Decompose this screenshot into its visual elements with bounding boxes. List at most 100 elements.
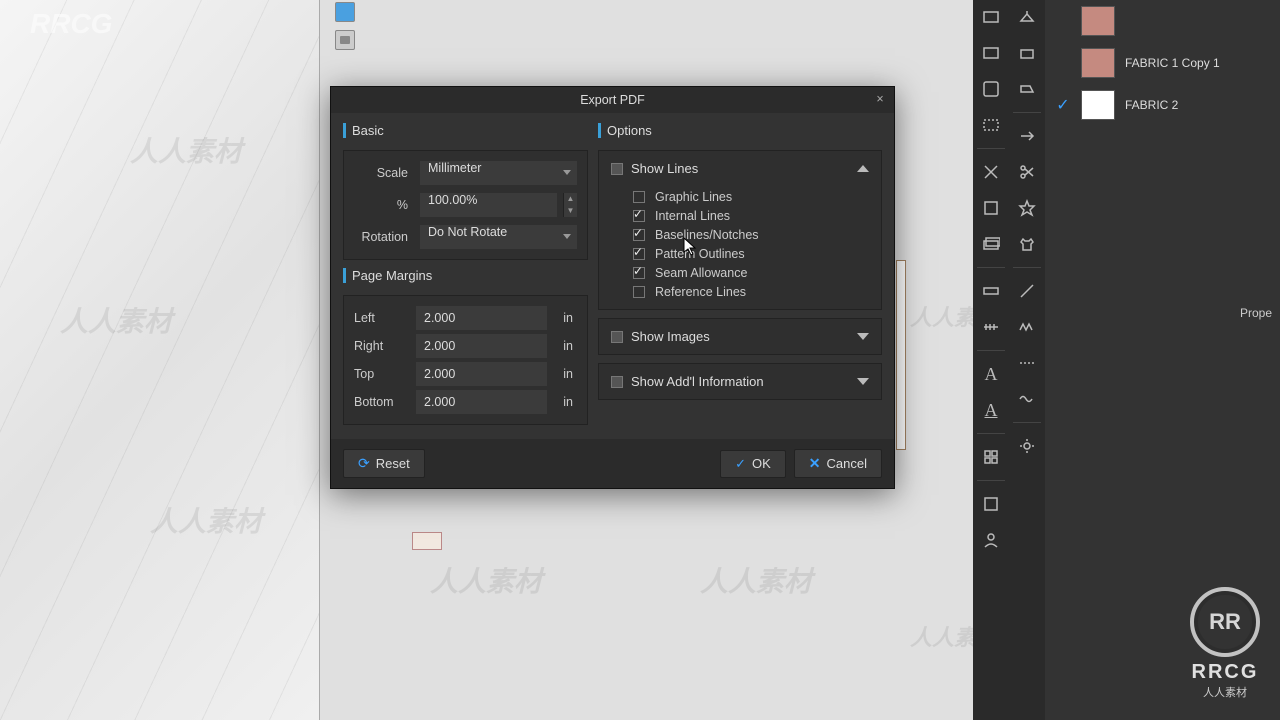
tool-person-icon[interactable] [978, 527, 1004, 553]
option-pattern-outlines[interactable]: Pattern Outlines [633, 247, 869, 261]
option-internal-lines[interactable]: Internal Lines [633, 209, 869, 223]
dialog-title: Export PDF [580, 93, 645, 107]
tool-generic-icon[interactable] [978, 112, 1004, 138]
reset-button[interactable]: ⟳ Reset [343, 449, 425, 478]
basic-panel: Scale Millimeter % 100.00% ▲▼ Rotation D… [343, 150, 588, 260]
ok-button[interactable]: ✓ OK [720, 450, 786, 478]
tool-shirt-icon[interactable] [1014, 231, 1040, 257]
separator [1013, 112, 1041, 113]
rotation-label: Rotation [354, 230, 414, 244]
checkbox[interactable] [633, 286, 645, 298]
close-icon: ✕ [809, 455, 821, 472]
show-lines-header[interactable]: Show Lines [599, 151, 881, 186]
separator [1013, 267, 1041, 268]
section-margins-header: Page Margins [343, 268, 588, 283]
3d-viewport[interactable] [0, 0, 320, 720]
show-addl-checkbox[interactable] [611, 376, 623, 388]
show-addl-header[interactable]: Show Add'l Information [599, 364, 881, 399]
tool-iron-icon[interactable] [1014, 76, 1040, 102]
margin-top-unit: in [547, 367, 577, 381]
show-lines-label: Show Lines [631, 161, 849, 176]
checkbox[interactable] [633, 191, 645, 203]
tool-star-icon[interactable] [1014, 195, 1040, 221]
show-lines-checkbox[interactable] [611, 163, 623, 175]
separator [1013, 422, 1041, 423]
option-label: Internal Lines [655, 209, 730, 223]
show-lines-group: Show Lines Graphic Lines Internal Lines … [598, 150, 882, 310]
layer-row[interactable] [1045, 0, 1280, 42]
tool-stitch-icon[interactable] [1014, 350, 1040, 376]
option-label: Pattern Outlines [655, 247, 745, 261]
show-images-header[interactable]: Show Images [599, 319, 881, 354]
checkbox[interactable] [633, 267, 645, 279]
option-seam-allowance[interactable]: Seam Allowance [633, 266, 869, 280]
tool-grid-icon[interactable] [978, 444, 1004, 470]
rotation-select[interactable]: Do Not Rotate [420, 225, 577, 249]
check-icon: ✓ [735, 456, 746, 472]
tool-ruler-icon[interactable] [978, 278, 1004, 304]
tool-generic-icon[interactable] [978, 40, 1004, 66]
tool-text-icon[interactable]: A [978, 361, 1004, 387]
tool-generic-icon[interactable] [978, 195, 1004, 221]
layer-row[interactable]: FABRIC 1 Copy 1 [1045, 42, 1280, 84]
page-icon[interactable] [335, 2, 355, 22]
margin-top-label: Top [354, 367, 416, 381]
layer-label: FABRIC 2 [1125, 98, 1178, 112]
layers-panel: FABRIC 1 Copy 1 ✓ FABRIC 2 Prope [1045, 0, 1280, 720]
visibility-check-icon[interactable]: ✓ [1055, 95, 1071, 115]
margin-bottom-input[interactable]: 2.000 [416, 390, 547, 414]
margin-left-label: Left [354, 311, 416, 325]
dialog-titlebar[interactable]: Export PDF × [331, 87, 894, 113]
option-reference-lines[interactable]: Reference Lines [633, 285, 869, 299]
tool-scissors-icon[interactable] [1014, 159, 1040, 185]
separator [977, 350, 1005, 351]
tool-column-left: A A [973, 0, 1009, 720]
tool-sewing-icon[interactable] [1014, 40, 1040, 66]
tool-measure-icon[interactable] [978, 314, 1004, 340]
margin-top-input[interactable]: 2.000 [416, 362, 547, 386]
tool-settings-icon[interactable] [1014, 433, 1040, 459]
reset-icon: ⟳ [358, 455, 370, 472]
fabric-swatch[interactable] [1081, 48, 1115, 78]
tool-text-underline-icon[interactable]: A [978, 397, 1004, 423]
option-graphic-lines[interactable]: Graphic Lines [633, 190, 869, 204]
tool-layers-icon[interactable] [978, 231, 1004, 257]
show-images-checkbox[interactable] [611, 331, 623, 343]
option-baselines-notches[interactable]: Baselines/Notches [633, 228, 869, 242]
fabric-swatch[interactable] [1081, 6, 1115, 36]
tool-generic-icon[interactable] [978, 4, 1004, 30]
tool-generic-icon[interactable] [978, 76, 1004, 102]
tool-wave-icon[interactable] [1014, 386, 1040, 412]
section-options-header: Options [598, 123, 882, 138]
checkbox[interactable] [633, 229, 645, 241]
margin-right-input[interactable]: 2.000 [416, 334, 547, 358]
show-addl-label: Show Add'l Information [631, 374, 849, 389]
tool-arrow-icon[interactable] [1014, 123, 1040, 149]
checkbox[interactable] [633, 210, 645, 222]
percent-spinner[interactable]: ▲▼ [563, 193, 577, 217]
chevron-down-icon [857, 378, 869, 385]
tool-cut-icon[interactable] [978, 159, 1004, 185]
fabric-swatch[interactable] [1081, 90, 1115, 120]
properties-tab[interactable]: Prope [1232, 302, 1280, 324]
chevron-down-icon [563, 170, 571, 175]
tool-line-icon[interactable] [1014, 278, 1040, 304]
tool-texture-icon[interactable] [978, 491, 1004, 517]
layer-row[interactable]: ✓ FABRIC 2 [1045, 84, 1280, 126]
layer-label: FABRIC 1 Copy 1 [1125, 56, 1220, 70]
tool-zigzag-icon[interactable] [1014, 314, 1040, 340]
tool-hanger-icon[interactable] [1014, 4, 1040, 30]
margin-left-input[interactable]: 2.000 [416, 306, 547, 330]
cancel-button[interactable]: ✕ Cancel [794, 449, 882, 478]
percent-label: % [354, 198, 414, 212]
margin-bottom-label: Bottom [354, 395, 416, 409]
close-icon[interactable]: × [872, 91, 888, 107]
pattern-thumbnail[interactable] [412, 532, 442, 550]
option-label: Baselines/Notches [655, 228, 759, 242]
lock-icon[interactable] [335, 30, 355, 50]
reset-button-label: Reset [376, 456, 410, 471]
margins-panel: Left 2.000 in Right 2.000 in Top 2.000 i… [343, 295, 588, 425]
checkbox[interactable] [633, 248, 645, 260]
percent-input[interactable]: 100.00% [420, 193, 557, 217]
scale-select[interactable]: Millimeter [420, 161, 577, 185]
